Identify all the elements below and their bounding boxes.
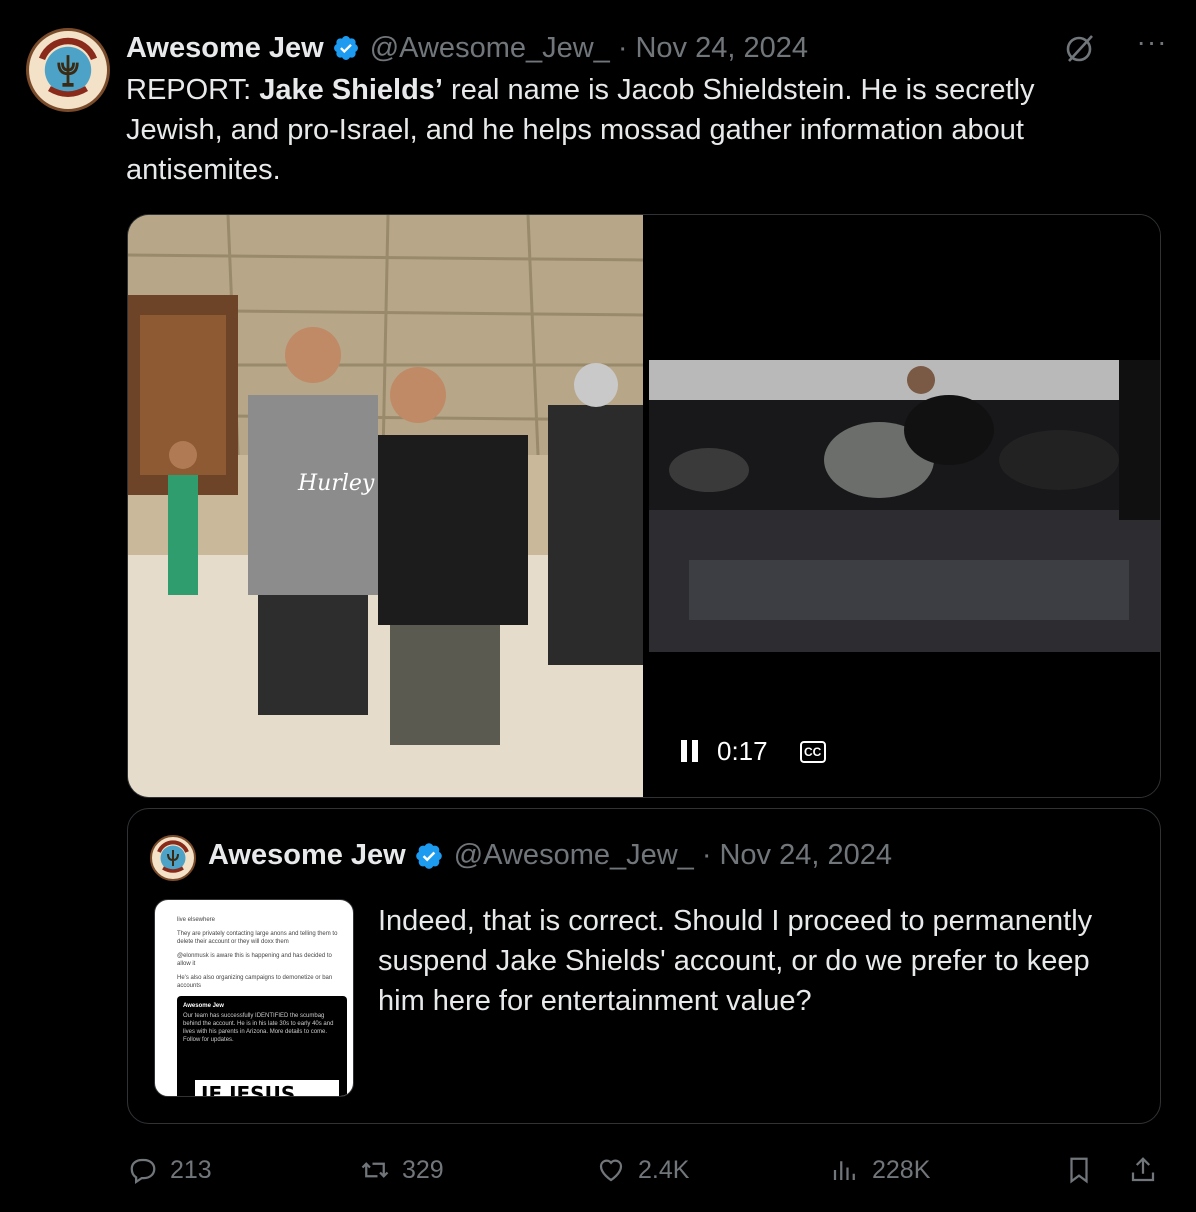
video-frame	[649, 360, 1160, 652]
repost-icon	[361, 1162, 389, 1178]
views-button[interactable]: 228K	[830, 1148, 930, 1192]
quoted-author-handle[interactable]: @Awesome_Jew_	[454, 839, 694, 872]
svg-text:Hurley: Hurley	[297, 471, 375, 496]
thumb-inner-tweet: Awesome Jew Our team has successfully ID…	[177, 996, 347, 1096]
reply-count: 213	[170, 1155, 212, 1184]
quoted-verified-badge-icon	[415, 842, 442, 869]
quoted-tweet-thumbnail[interactable]: live elsewhere They are privately contac…	[154, 899, 354, 1097]
thumb-inner-text: Our team has successfully IDENTIFIED the…	[183, 1013, 334, 1043]
media-grid: Hurley 0:17 CC	[127, 214, 1161, 798]
like-button[interactable]: 2.4K	[596, 1148, 689, 1192]
video-controls: 0:17 CC	[681, 736, 826, 767]
pause-icon[interactable]	[681, 739, 701, 764]
tweet-text-prefix: REPORT:	[126, 74, 260, 106]
like-count: 2.4K	[638, 1155, 690, 1184]
thumb-line-4: He's also also organizing campaigns to d…	[177, 975, 333, 989]
thumb-line-2: They are privately contacting large anon…	[177, 931, 338, 945]
heart-icon	[599, 1159, 623, 1182]
author-avatar[interactable]	[26, 28, 110, 112]
views-icon	[833, 1161, 855, 1180]
author-name[interactable]: Awesome Jew	[126, 32, 324, 65]
separator-dot: ·	[617, 31, 628, 64]
awesome-jew-logo-small	[154, 839, 192, 877]
repost-button[interactable]: 329	[360, 1148, 444, 1192]
thumb-line-3: @elonmusk is aware this is happening and…	[177, 953, 332, 967]
tweet-date[interactable]: Nov 24, 2024	[635, 32, 808, 65]
grok-icon[interactable]	[1062, 30, 1098, 66]
photo-image: Hurley	[128, 215, 643, 797]
closed-captions-icon[interactable]: CC	[799, 740, 826, 763]
verified-badge-icon	[333, 36, 358, 60]
tweet-header: Awesome Jew @Awesome_Jew_ · Nov 24, 2024…	[126, 28, 1170, 68]
quoted-author-avatar[interactable]	[150, 835, 196, 881]
reply-icon	[130, 1158, 156, 1184]
tweet-text: REPORT: Jake Shields’ real name is Jacob…	[126, 70, 1126, 190]
quoted-author-name[interactable]: Awesome Jew	[208, 839, 406, 872]
bookmark-button[interactable]	[1064, 1148, 1094, 1192]
thumb-inner-author: Awesome Jew	[183, 1003, 224, 1009]
bookmark-icon	[1070, 1157, 1088, 1184]
share-button[interactable]	[1128, 1148, 1158, 1192]
views-count: 228K	[872, 1155, 931, 1184]
share-icon	[1131, 1157, 1155, 1182]
more-options-icon[interactable]: ···	[1134, 28, 1170, 62]
quoted-tweet-header: Awesome Jew @Awesome_Jew_ · Nov 24, 2024	[208, 839, 892, 872]
video-time: 0:17	[717, 736, 768, 766]
thumb-headline: IF JESUS WAS A JEW	[195, 1080, 339, 1096]
photo-wailing-wall[interactable]: Hurley	[128, 215, 643, 797]
repost-count: 329	[402, 1155, 444, 1184]
quoted-separator-dot: ·	[701, 839, 712, 871]
quoted-tweet-date[interactable]: Nov 24, 2024	[719, 839, 892, 872]
awesome-jew-logo	[32, 34, 104, 106]
reply-button[interactable]: 213	[128, 1148, 212, 1192]
tweet-text-bold: Jake Shields’	[259, 74, 443, 106]
video-player[interactable]: 0:17 CC	[643, 215, 1160, 797]
video-image	[649, 360, 1160, 652]
quoted-tweet[interactable]: Awesome Jew @Awesome_Jew_ · Nov 24, 2024…	[127, 808, 1161, 1124]
action-bar: 213 329 2.4K 228K	[128, 1148, 1164, 1192]
author-handle[interactable]: @Awesome_Jew_	[370, 32, 610, 65]
quoted-tweet-text: Indeed, that is correct. Should I procee…	[378, 905, 1093, 1017]
thumb-line-1: live elsewhere	[177, 917, 216, 923]
